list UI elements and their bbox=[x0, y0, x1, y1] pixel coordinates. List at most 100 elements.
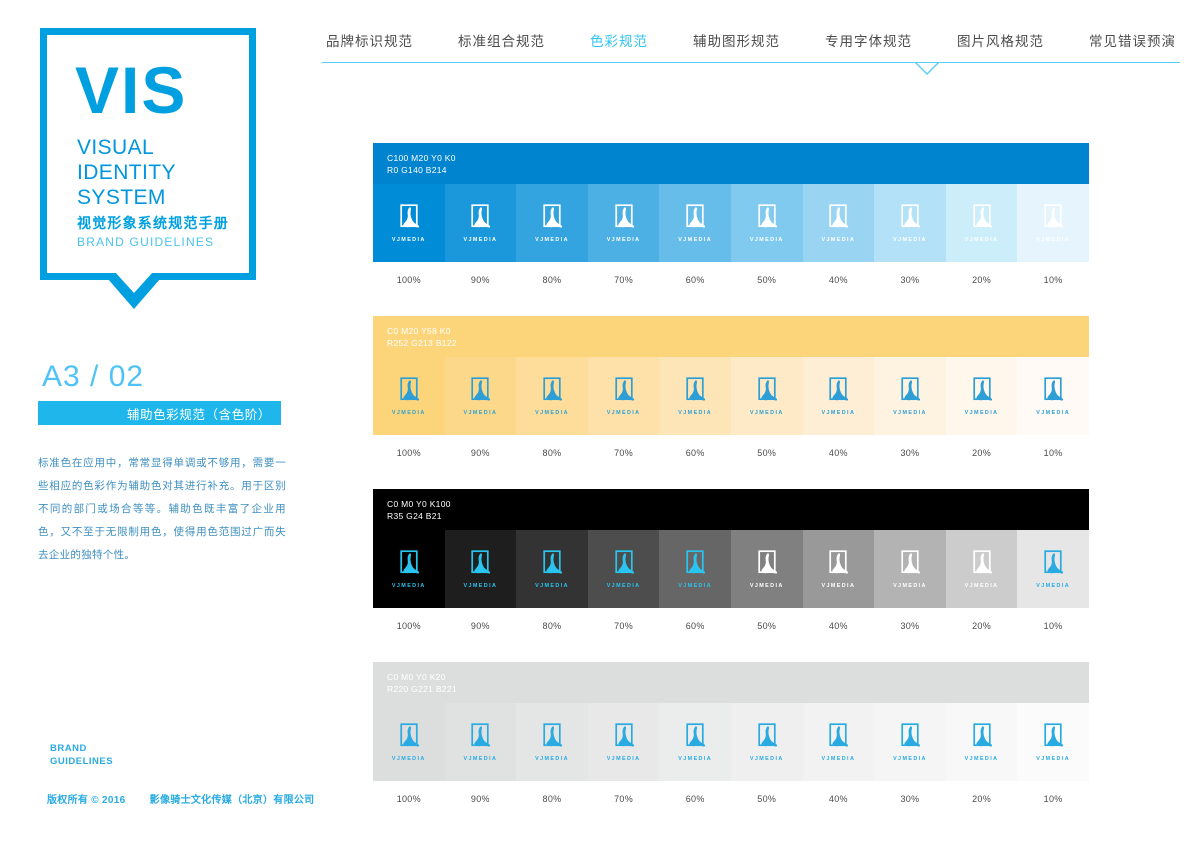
swatch-tile[interactable]: VJMEDIA bbox=[516, 703, 588, 781]
vjmedia-wordmark: VJMEDIA bbox=[893, 409, 927, 416]
vjmedia-wordmark: VJMEDIA bbox=[1036, 582, 1071, 589]
vjmedia-logo-icon bbox=[686, 549, 706, 574]
vjmedia-logo: VJMEDIA bbox=[965, 722, 999, 762]
vjmedia-logo: VJMEDIA bbox=[821, 376, 856, 416]
vjmedia-logo: VJMEDIA bbox=[464, 722, 498, 762]
tab-1[interactable]: 标准组合规范 bbox=[458, 30, 545, 50]
scale-label: 70% bbox=[614, 447, 634, 458]
vjmedia-logo-icon bbox=[543, 549, 563, 574]
vis-chinese-subtitle: 视觉形象系统规范手册 bbox=[77, 215, 229, 231]
swatch-tile[interactable]: VJMEDIA bbox=[587, 357, 660, 435]
band-tiles-neutral-gray: VJMEDIA VJMEDIA VJMEDIA VJMEDIA VJMEDIA VJMED… bbox=[373, 703, 1089, 781]
swatch-tile[interactable]: VJMEDIA bbox=[659, 530, 731, 608]
vjmedia-logo: VJMEDIA bbox=[1036, 203, 1070, 243]
swatch-tile[interactable]: VJMEDIA bbox=[444, 530, 517, 608]
swatch-tile[interactable]: VJMEDIA bbox=[587, 184, 660, 262]
band-color-values: C0 M0 Y0 K20 R220 G221 B221 bbox=[387, 671, 457, 695]
swatch-tile[interactable]: VJMEDIA bbox=[802, 530, 875, 608]
vjmedia-wordmark: VJMEDIA bbox=[964, 409, 999, 416]
vjmedia-logo: VJMEDIA bbox=[965, 549, 999, 589]
vjmedia-logo: VJMEDIA bbox=[464, 549, 498, 589]
swatch-tile[interactable]: VJMEDIA bbox=[1017, 703, 1089, 781]
band-tiles-accent-yellow: VJMEDIA VJMEDIA VJMEDIA VJMEDIA VJMEDIA VJMED… bbox=[373, 357, 1089, 435]
swatch-tile[interactable]: VJMEDIA bbox=[444, 703, 517, 781]
sidebar: VIS VISUAL IDENTITY SYSTEM 视觉形象系统规范手册 BR… bbox=[0, 0, 320, 848]
band-header-accent-yellow: C0 M20 Y58 K0 R252 G213 B122 bbox=[373, 316, 1089, 357]
vjmedia-logo-icon bbox=[400, 549, 419, 574]
swatch-tile[interactable]: VJMEDIA bbox=[945, 357, 1018, 435]
tab-5[interactable]: 图片风格规范 bbox=[957, 30, 1044, 50]
swatch-tile[interactable]: VJMEDIA bbox=[659, 184, 731, 262]
swatch-tile[interactable]: VJMEDIA bbox=[373, 703, 445, 781]
vjmedia-logo-icon bbox=[543, 376, 563, 401]
vjmedia-logo: VJMEDIA bbox=[750, 722, 784, 762]
vjmedia-wordmark: VJMEDIA bbox=[821, 582, 856, 589]
vjmedia-logo-icon bbox=[614, 203, 634, 228]
tab-4[interactable]: 专用字体规范 bbox=[825, 30, 912, 50]
swatch-tile[interactable]: VJMEDIA bbox=[373, 184, 445, 262]
scale-label: 60% bbox=[685, 274, 705, 285]
swatch-tile[interactable]: VJMEDIA bbox=[1017, 184, 1089, 262]
footer-brand-label: BRAND GUIDELINES bbox=[50, 743, 114, 767]
swatch-tile[interactable]: VJMEDIA bbox=[659, 357, 731, 435]
swatch-tile[interactable]: VJMEDIA bbox=[730, 357, 803, 435]
swatch-tile[interactable]: VJMEDIA bbox=[874, 357, 946, 435]
scale-label: 10% bbox=[1043, 620, 1063, 631]
tab-0[interactable]: 品牌标识规范 bbox=[326, 30, 413, 50]
swatch-tile[interactable]: VJMEDIA bbox=[516, 357, 588, 435]
swatch-tile[interactable]: VJMEDIA bbox=[730, 530, 803, 608]
top-navigation: 品牌标识规范 标准组合规范 色彩规范 辅助图形规范 专用字体规范 图片风格规范 常见错误预演 bbox=[322, 30, 1180, 75]
vjmedia-wordmark: VJMEDIA bbox=[821, 236, 856, 243]
swatch-tile[interactable]: VJMEDIA bbox=[1017, 530, 1089, 608]
swatch-tile[interactable]: VJMEDIA bbox=[730, 184, 803, 262]
scale-label: 80% bbox=[542, 447, 562, 458]
swatch-tile[interactable]: VJMEDIA bbox=[1017, 357, 1089, 435]
scale-label: 20% bbox=[972, 793, 991, 804]
scale-label: 40% bbox=[828, 620, 848, 631]
page-code: A3 / 02 bbox=[42, 360, 145, 393]
band-scale-labels-neutral-black: 100% 90% 80% 70% 60% 50% 40% 30% 20% 10% bbox=[373, 608, 1089, 643]
scale-label: 50% bbox=[757, 620, 777, 631]
vjmedia-wordmark: VJMEDIA bbox=[391, 582, 426, 589]
swatch-tile[interactable]: VJMEDIA bbox=[945, 530, 1018, 608]
section-title-bar: 辅助色彩规范（含色阶） bbox=[38, 401, 281, 425]
swatch-tile[interactable]: VJMEDIA bbox=[373, 357, 445, 435]
vjmedia-logo: VJMEDIA bbox=[678, 549, 712, 589]
swatch-tile[interactable]: VJMEDIA bbox=[373, 530, 445, 608]
vjmedia-logo: VJMEDIA bbox=[750, 549, 784, 589]
vjmedia-wordmark: VJMEDIA bbox=[893, 236, 927, 243]
swatch-tile[interactable]: VJMEDIA bbox=[444, 184, 517, 262]
swatch-tile[interactable]: VJMEDIA bbox=[945, 184, 1018, 262]
vis-subtitle: VISUAL IDENTITY SYSTEM bbox=[77, 136, 176, 209]
tab-3[interactable]: 辅助图形规范 bbox=[693, 30, 780, 50]
footer-copyright-left: 版权所有 © 2016 bbox=[47, 795, 126, 806]
swatch-tile[interactable]: VJMEDIA bbox=[874, 703, 946, 781]
band-rgb-value: R35 G24 B21 bbox=[387, 511, 442, 521]
color-band-neutral-black: C0 M0 Y0 K100 R35 G24 B21 VJMEDIA VJMEDIA VJ… bbox=[373, 489, 1089, 643]
scale-label: 40% bbox=[828, 274, 848, 285]
vjmedia-logo-icon bbox=[686, 203, 706, 228]
swatch-tile[interactable]: VJMEDIA bbox=[874, 530, 946, 608]
swatch-tile[interactable]: VJMEDIA bbox=[444, 357, 517, 435]
swatch-tile[interactable]: VJMEDIA bbox=[587, 703, 660, 781]
swatch-tile[interactable]: VJMEDIA bbox=[874, 184, 946, 262]
swatch-tile[interactable]: VJMEDIA bbox=[587, 530, 660, 608]
swatch-tile[interactable]: VJMEDIA bbox=[802, 357, 875, 435]
swatch-tile[interactable]: VJMEDIA bbox=[516, 184, 588, 262]
swatch-tile[interactable]: VJMEDIA bbox=[802, 703, 875, 781]
swatch-tile[interactable]: VJMEDIA bbox=[945, 703, 1018, 781]
swatch-tile[interactable]: VJMEDIA bbox=[659, 703, 731, 781]
vjmedia-logo-icon bbox=[471, 549, 491, 574]
vjmedia-wordmark: VJMEDIA bbox=[678, 755, 713, 762]
vjmedia-wordmark: VJMEDIA bbox=[821, 409, 856, 416]
band-spacer bbox=[373, 297, 1089, 316]
tab-6[interactable]: 常见错误预演 bbox=[1089, 30, 1176, 50]
swatch-tile[interactable]: VJMEDIA bbox=[802, 184, 875, 262]
band-tiles-neutral-black: VJMEDIA VJMEDIA VJMEDIA VJMEDIA VJMEDIA VJMED… bbox=[373, 530, 1089, 608]
vjmedia-logo-icon bbox=[758, 549, 777, 574]
swatch-tile[interactable]: VJMEDIA bbox=[730, 703, 803, 781]
vjmedia-logo-icon bbox=[758, 203, 777, 228]
tab-2[interactable]: 色彩规范 bbox=[590, 30, 648, 50]
swatch-tile[interactable]: VJMEDIA bbox=[516, 530, 588, 608]
scale-label: 20% bbox=[972, 274, 991, 285]
